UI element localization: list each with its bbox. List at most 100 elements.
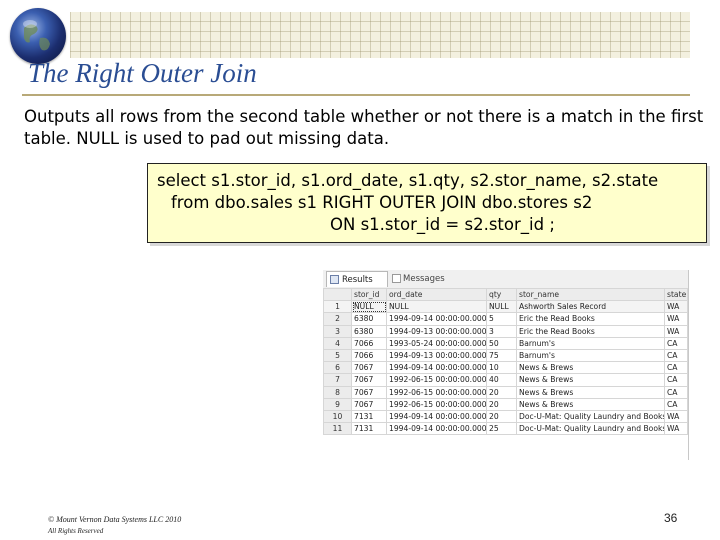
table-cell[interactable]: 1992-06-15 00:00:00.000: [386, 385, 487, 399]
footer-copyright: © Mount Vernon Data Systems LLC 2010: [48, 515, 182, 524]
row-number: 10: [323, 409, 352, 424]
row-number: 8: [323, 385, 352, 399]
table-row[interactable]: 5 7066 1994-09-13 00:00:00.000 75 Barnum…: [323, 348, 688, 363]
table-cell[interactable]: 6380: [351, 324, 387, 338]
table-cell[interactable]: 7067: [351, 385, 387, 399]
table-row[interactable]: 7 7067 1992-06-15 00:00:00.000 40 News &…: [323, 373, 688, 387]
column-header: [323, 287, 352, 302]
column-header[interactable]: state: [664, 287, 688, 302]
table-cell[interactable]: News & Brews: [516, 361, 665, 375]
table-row[interactable]: 9 7067 1992-06-15 00:00:00.000 20 News &…: [323, 397, 688, 411]
table-row[interactable]: 11 7131 1994-09-14 00:00:00.000 25 Doc-U…: [323, 422, 688, 436]
table-cell[interactable]: NULL: [386, 300, 487, 314]
row-number: 5: [323, 348, 352, 363]
table-cell[interactable]: Doc-U-Mat: Quality Laundry and Books: [516, 422, 665, 436]
table-cell[interactable]: 1994-09-14 00:00:00.000: [386, 361, 487, 375]
table-cell[interactable]: 7067: [351, 397, 387, 411]
table-cell[interactable]: News & Brews: [516, 373, 665, 387]
row-number: 1: [323, 300, 352, 314]
table-cell[interactable]: Doc-U-Mat: Quality Laundry and Books: [516, 409, 665, 424]
table-cell[interactable]: Barnum's: [516, 336, 665, 350]
table-cell[interactable]: 1992-06-15 00:00:00.000: [386, 373, 487, 387]
table-cell[interactable]: WA: [664, 300, 688, 314]
sql-code-box: select s1.stor_id, s1.ord_date, s1.qty, …: [147, 163, 707, 243]
table-cell[interactable]: Ashworth Sales Record: [516, 300, 665, 314]
table-cell[interactable]: 20: [486, 397, 517, 411]
table-cell[interactable]: WA: [664, 422, 688, 436]
row-number: 2: [323, 312, 352, 326]
table-cell[interactable]: 1993-05-24 00:00:00.000: [386, 336, 487, 350]
row-number: 3: [323, 324, 352, 338]
table-cell[interactable]: 1994-09-13 00:00:00.000: [386, 324, 487, 338]
column-header[interactable]: ord_date: [386, 287, 487, 302]
tab-messages-label: Messages: [403, 274, 445, 284]
table-cell[interactable]: 7066: [351, 348, 387, 363]
table-cell[interactable]: 7131: [351, 422, 387, 436]
message-icon: [392, 274, 401, 283]
table-row[interactable]: 1 NULL NULL NULL Ashworth Sales Record W…: [323, 300, 688, 314]
table-cell[interactable]: 20: [486, 409, 517, 424]
table-cell[interactable]: WA: [664, 409, 688, 424]
tab-results-label: Results: [342, 275, 373, 285]
table-cell[interactable]: 7131: [351, 409, 387, 424]
header-decoration: [70, 12, 690, 58]
table-cell[interactable]: Eric the Read Books: [516, 312, 665, 326]
table-cell[interactable]: CA: [664, 385, 688, 399]
title-divider: [22, 94, 690, 96]
tab-messages[interactable]: Messages: [389, 271, 449, 287]
table-cell[interactable]: News & Brews: [516, 385, 665, 399]
table-cell[interactable]: 40: [486, 373, 517, 387]
table-cell[interactable]: WA: [664, 312, 688, 326]
table-row[interactable]: 10 7131 1994-09-14 00:00:00.000 20 Doc-U…: [323, 409, 688, 424]
intro-text: Outputs all rows from the second table w…: [24, 107, 704, 148]
table-cell[interactable]: 1994-09-14 00:00:00.000: [386, 312, 487, 326]
footer-rights: All Rights Reserved: [48, 527, 104, 535]
table-cell[interactable]: 3: [486, 324, 517, 338]
table-cell[interactable]: Eric the Read Books: [516, 324, 665, 338]
table-cell[interactable]: 7067: [351, 373, 387, 387]
table-cell[interactable]: 20: [486, 385, 517, 399]
table-cell[interactable]: Barnum's: [516, 348, 665, 363]
table-cell[interactable]: 50: [486, 336, 517, 350]
globe-logo-icon: [10, 8, 66, 64]
table-cell[interactable]: 1994-09-14 00:00:00.000: [386, 422, 487, 436]
table-row[interactable]: 2 6380 1994-09-14 00:00:00.000 5 Eric th…: [323, 312, 688, 326]
table-row[interactable]: 3 6380 1994-09-13 00:00:00.000 3 Eric th…: [323, 324, 688, 338]
table-cell[interactable]: CA: [664, 373, 688, 387]
column-header[interactable]: stor_id: [351, 287, 387, 302]
tab-results[interactable]: Results: [326, 271, 388, 287]
grid-icon: [330, 275, 339, 284]
table-cell[interactable]: 1994-09-14 00:00:00.000: [386, 409, 487, 424]
slide-number: 36: [664, 511, 678, 525]
table-cell[interactable]: CA: [664, 397, 688, 411]
table-cell[interactable]: CA: [664, 336, 688, 350]
column-header[interactable]: stor_name: [516, 287, 665, 302]
results-grid[interactable]: stor_id ord_date qty stor_name state 1 N…: [323, 287, 688, 436]
results-tab-strip: Results Messages: [323, 270, 688, 289]
header-row: stor_id ord_date qty stor_name state: [323, 287, 688, 302]
table-cell[interactable]: 10: [486, 361, 517, 375]
table-cell[interactable]: 7067: [351, 361, 387, 375]
table-cell[interactable]: NULL: [486, 300, 517, 314]
table-cell[interactable]: 7066: [351, 336, 387, 350]
table-cell[interactable]: News & Brews: [516, 397, 665, 411]
table-cell[interactable]: 1994-09-13 00:00:00.000: [386, 348, 487, 363]
row-number: 9: [323, 397, 352, 411]
table-cell[interactable]: CA: [664, 348, 688, 363]
table-cell[interactable]: CA: [664, 361, 688, 375]
table-row[interactable]: 8 7067 1992-06-15 00:00:00.000 20 News &…: [323, 385, 688, 399]
table-cell[interactable]: 75: [486, 348, 517, 363]
table-cell[interactable]: 6380: [351, 312, 387, 326]
table-row[interactable]: 6 7067 1994-09-14 00:00:00.000 10 News &…: [323, 361, 688, 375]
table-row[interactable]: 4 7066 1993-05-24 00:00:00.000 50 Barnum…: [323, 336, 688, 350]
table-cell[interactable]: 25: [486, 422, 517, 436]
table-cell[interactable]: WA: [664, 324, 688, 338]
table-cell[interactable]: 1992-06-15 00:00:00.000: [386, 397, 487, 411]
column-header[interactable]: qty: [486, 287, 517, 302]
sql-line: from dbo.sales s1 RIGHT OUTER JOIN dbo.s…: [171, 193, 593, 212]
row-number: 11: [323, 422, 352, 436]
table-cell[interactable]: NULL: [351, 300, 387, 314]
table-cell[interactable]: 5: [486, 312, 517, 326]
query-results-pane: Results Messages stor_id ord_date qty st…: [323, 270, 689, 460]
row-number: 7: [323, 373, 352, 387]
